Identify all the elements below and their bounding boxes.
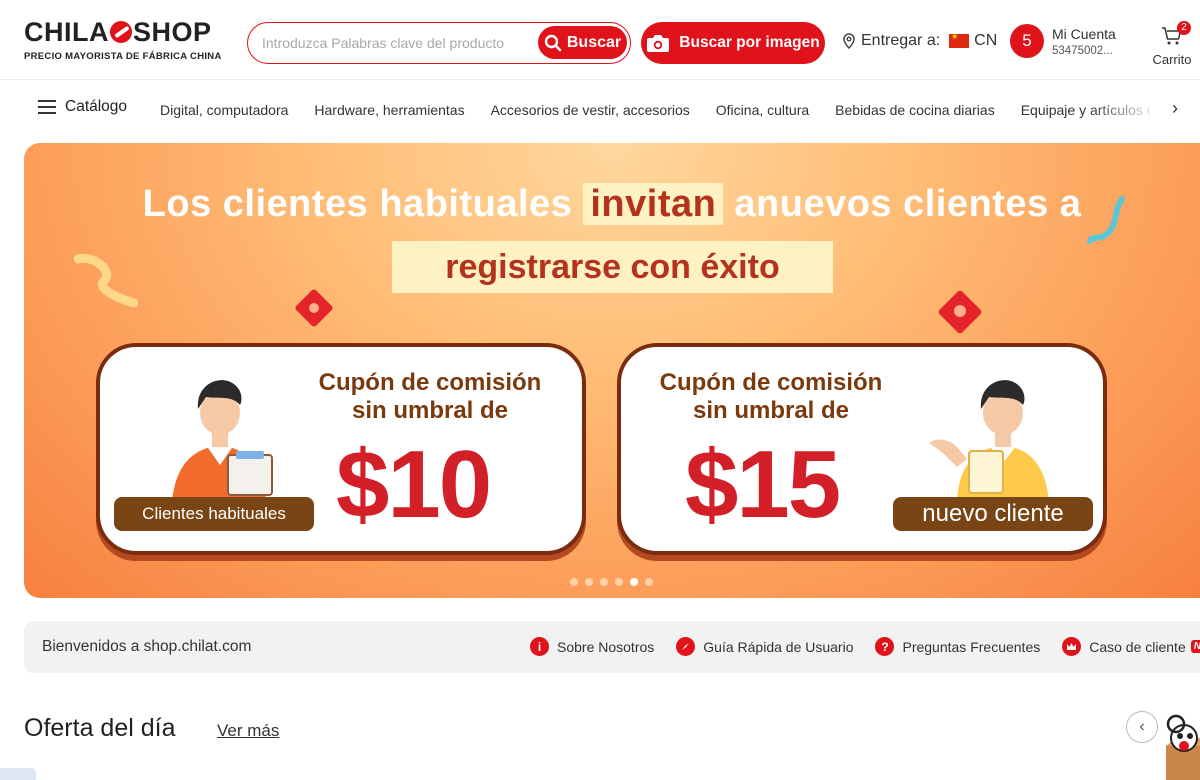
red-envelope-icon xyxy=(295,289,333,327)
compass-icon xyxy=(676,637,696,656)
banner-headline-post: anuevos clientes a xyxy=(734,183,1082,225)
see-more-link[interactable]: Ver más xyxy=(217,721,279,741)
info-icon: i xyxy=(530,637,549,656)
account-menu[interactable]: 5 Mi Cuenta 53475002... xyxy=(1010,24,1116,58)
coupon-tag-new: nuevo cliente xyxy=(893,497,1093,531)
delivery-selector[interactable]: Entregar a: CN xyxy=(842,32,997,50)
logo-wordmark: CHILA SHOP xyxy=(24,17,212,47)
category-kitchen[interactable]: Bebidas de cocina diarias xyxy=(835,102,995,124)
deliver-country: CN xyxy=(974,32,998,49)
carousel-dot[interactable] xyxy=(585,578,593,586)
swirl-decoration xyxy=(74,253,138,308)
side-tab[interactable] xyxy=(0,768,36,780)
category-digital[interactable]: Digital, computadora xyxy=(160,102,288,124)
carousel-dot[interactable] xyxy=(645,578,653,586)
cart-button[interactable]: 2 Carrito xyxy=(1150,21,1194,67)
coupon-title-line2: sin umbral de xyxy=(692,397,850,424)
carousel-dot[interactable] xyxy=(600,578,608,586)
crown-icon xyxy=(1062,637,1082,656)
search-input[interactable] xyxy=(262,32,532,54)
carousel-dot-active[interactable] xyxy=(630,578,638,586)
section-title-deals: Oferta del día xyxy=(24,714,176,742)
link-customer-cases-label: Caso de cliente xyxy=(1089,638,1186,655)
logo-tagline: PRECIO MAYORISTA DE FÁBRICA CHINA xyxy=(24,51,222,62)
camera-icon xyxy=(647,35,670,52)
help-links: i Sobre Nosotros Guía Rápida de Usuario … xyxy=(530,637,1200,656)
search-button-label: Buscar xyxy=(566,33,622,51)
link-faq-label: Preguntas Frecuentes xyxy=(902,638,1041,655)
welcome-text: Bienvenidos a shop.chilat.com xyxy=(42,638,252,655)
coupon-title-returning: Cupón de comisión sin umbral de xyxy=(300,369,560,425)
image-search-button[interactable]: Buscar por imagen xyxy=(641,22,825,64)
banner-headline-highlight: invitan xyxy=(583,183,724,225)
coupon-title-line1: Cupón de comisión xyxy=(318,369,542,396)
coupon-tag-returning: Clientes habituales xyxy=(114,497,314,531)
businessman-illustration xyxy=(172,380,273,501)
hamburger-menu-icon xyxy=(38,100,56,114)
search-button[interactable]: Buscar xyxy=(538,26,627,59)
banner-subheadline: registrarse con éxito xyxy=(392,241,833,293)
carousel-dot[interactable] xyxy=(615,578,623,586)
link-customer-cases[interactable]: Caso de cliente New! xyxy=(1062,637,1200,656)
category-fade xyxy=(1090,96,1160,124)
china-flag-icon xyxy=(949,32,970,48)
coupon-amount-returning: $10 xyxy=(336,431,492,538)
category-accessories[interactable]: Accesorios de vestir, accesorios xyxy=(491,102,690,124)
question-icon: ? xyxy=(875,637,895,656)
catalog-label: Catálogo xyxy=(65,98,128,115)
catalog-button[interactable]: Catálogo xyxy=(38,98,127,116)
coupon-card-returning: Cupón de comisión sin umbral de $10 Clie… xyxy=(96,343,586,555)
banner-headline: Los clientes habituales invitan anuevos … xyxy=(24,183,1200,226)
coupon-card-new: Cupón de comisión sin umbral de $15 nuev… xyxy=(617,343,1107,555)
category-hardware[interactable]: Hardware, herramientas xyxy=(314,102,464,124)
account-title: Mi Cuenta xyxy=(1052,25,1116,42)
cart-count-badge: 2 xyxy=(1177,21,1191,35)
image-search-label: Buscar por imagen xyxy=(679,34,820,51)
chevron-right-icon[interactable]: › xyxy=(1172,98,1178,119)
new-badge: New! xyxy=(1190,640,1200,653)
promo-banner[interactable]: Los clientes habituales invitan anuevos … xyxy=(24,143,1200,598)
link-quick-guide[interactable]: Guía Rápida de Usuario xyxy=(676,637,853,656)
brand-logo[interactable]: CHILA SHOP PRECIO MAYORISTA DE FÁBRICA CH… xyxy=(24,16,222,68)
deliver-label: Entregar a: xyxy=(861,32,941,49)
coupon-amount-new: $15 xyxy=(685,431,841,538)
carousel-dot[interactable] xyxy=(570,578,578,586)
coupon-title-line2: sin umbral de xyxy=(351,397,509,424)
search-icon xyxy=(544,34,562,51)
account-id: 53475002... xyxy=(1052,44,1113,57)
banner-headline-pre: Los clientes habituales xyxy=(142,183,573,225)
cart-label: Carrito xyxy=(1152,52,1192,67)
mascot-helper-icon[interactable] xyxy=(1162,708,1200,780)
link-quick-guide-label: Guía Rápida de Usuario xyxy=(703,638,854,655)
customer-illustration xyxy=(929,380,1049,501)
category-list: Digital, computadora Hardware, herramien… xyxy=(160,102,1150,124)
link-about-us-label: Sobre Nosotros xyxy=(557,638,655,655)
avatar: 5 xyxy=(1010,24,1044,58)
coupon-title-new: Cupón de comisión sin umbral de xyxy=(641,369,901,425)
red-envelope-icon xyxy=(938,290,982,334)
coupon-title-line1: Cupón de comisión xyxy=(659,369,883,396)
chevron-left-icon[interactable]: ‹ xyxy=(1126,711,1158,743)
welcome-bar: Bienvenidos a shop.chilat.com i Sobre No… xyxy=(24,621,1200,673)
carousel-dots xyxy=(570,578,653,586)
location-pin-icon xyxy=(843,33,855,49)
category-nav: Catálogo Digital, computadora Hardware, … xyxy=(0,92,1200,128)
search-bar: Buscar xyxy=(247,22,631,64)
site-header: CHILA SHOP PRECIO MAYORISTA DE FÁBRICA CH… xyxy=(0,0,1200,80)
link-faq[interactable]: ? Preguntas Frecuentes xyxy=(875,637,1040,656)
category-office[interactable]: Oficina, cultura xyxy=(716,102,809,124)
link-about-us[interactable]: i Sobre Nosotros xyxy=(530,637,654,656)
